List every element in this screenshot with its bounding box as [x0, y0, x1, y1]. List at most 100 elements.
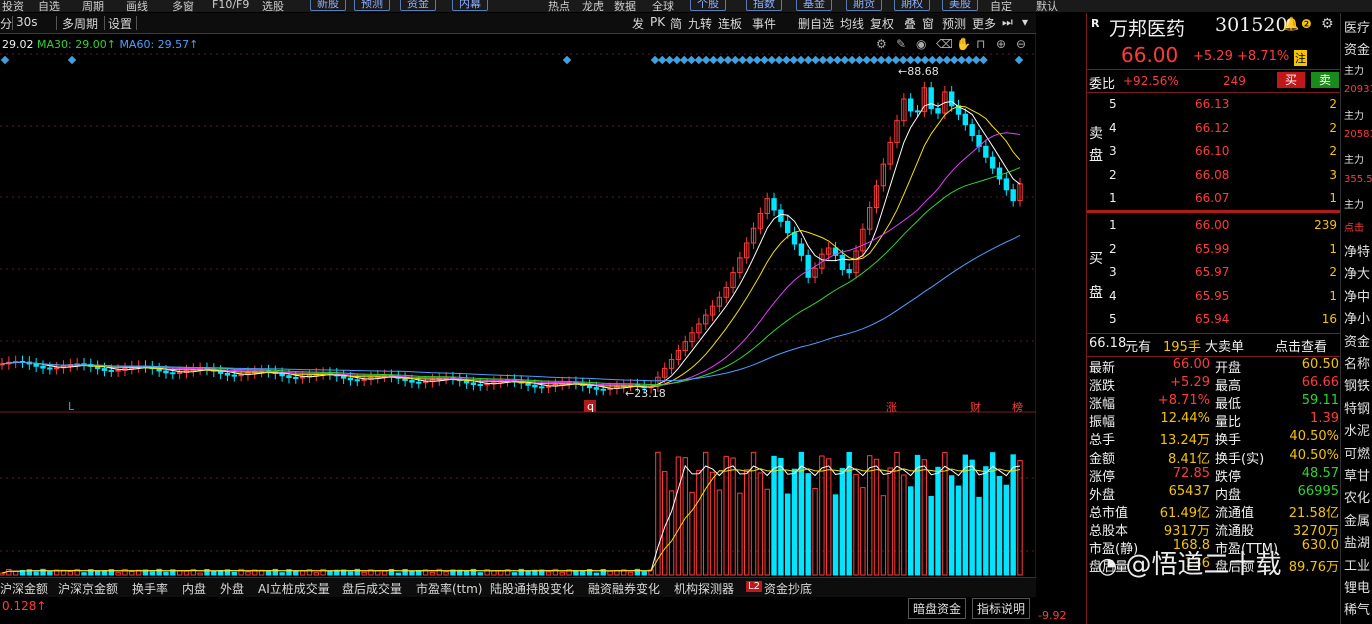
bids-row[interactable]: 5 65.94 16	[1087, 308, 1341, 331]
asks-row[interactable]: 5 66.13 2	[1087, 93, 1341, 116]
side-list-item[interactable]: 水泥	[1344, 420, 1370, 439]
side-list-item[interactable]: 资金	[1344, 39, 1370, 58]
toolbar-right-item[interactable]: 简	[670, 15, 682, 32]
indicator-tab[interactable]: 内盘	[182, 580, 206, 597]
toolbar-right-item[interactable]: 事件	[752, 15, 776, 32]
side-list-item[interactable]: 20581	[1344, 129, 1372, 140]
side-list-item[interactable]: 主力	[1344, 107, 1364, 122]
side-list-item[interactable]: 草甘	[1344, 465, 1370, 484]
top-menu-item[interactable]: 期权	[894, 0, 930, 11]
toolbar-right-item[interactable]: 更多	[972, 15, 996, 32]
pen-icon[interactable]: ✎	[896, 37, 906, 51]
top-menu-item[interactable]: 新股	[310, 0, 346, 11]
trash-icon[interactable]: ⌫	[936, 37, 953, 51]
top-menu-item[interactable]: 热点	[548, 0, 570, 12]
side-list-item[interactable]: 点击	[1344, 219, 1364, 234]
zoom-out-icon[interactable]: ⊖	[1016, 37, 1026, 51]
asks-row[interactable]: 2 66.08 3	[1087, 164, 1341, 187]
toolbar-right-item[interactable]: 发	[632, 15, 644, 32]
indicator-tab[interactable]: AI立桩成交量	[258, 580, 330, 597]
indicator-tab[interactable]: 盘后成交量	[342, 580, 402, 597]
top-menu-item[interactable]: 个股	[690, 0, 726, 11]
side-list-item[interactable]: 20931	[1344, 84, 1372, 95]
top-menu-item[interactable]: 周期	[82, 0, 104, 12]
toolbar-right-item[interactable]: 九转	[688, 15, 712, 32]
side-list-item[interactable]: 稀气	[1344, 599, 1370, 618]
top-menu-item[interactable]: 美股	[942, 0, 978, 11]
toolbar-right-item[interactable]: PK	[650, 15, 665, 29]
top-menu-item[interactable]: 默认	[1036, 0, 1058, 12]
toolbar-right-item[interactable]: 复权	[870, 15, 894, 32]
top-menu-item[interactable]: 龙虎	[582, 0, 604, 12]
top-menu-item[interactable]: 选股	[262, 0, 284, 12]
toolbar-right-item[interactable]: 均线	[840, 15, 864, 32]
dropdown-icon[interactable]: ▾	[1022, 15, 1028, 29]
indicator-tab[interactable]: 机构探测器	[674, 580, 734, 597]
indicator-tab[interactable]: 陆股通持股变化	[490, 580, 574, 597]
toolbar-left-item[interactable]: 30s	[16, 15, 38, 29]
indicator-tab[interactable]: 沪深金额	[0, 580, 48, 597]
toolbar-left-item[interactable]: 多周期	[62, 15, 98, 32]
toolbar-right-item[interactable]: 预测	[942, 15, 966, 32]
side-list-item[interactable]: 工业	[1344, 555, 1370, 574]
help-icon[interactable]: ❷	[1301, 17, 1312, 31]
bell-icon[interactable]: 🔔	[1283, 17, 1299, 32]
flag-icon[interactable]: ⏭	[1002, 15, 1013, 30]
indicator-tab[interactable]: 换手率	[132, 580, 168, 597]
top-menu-item[interactable]: 基金	[796, 0, 832, 11]
top-menu-item[interactable]: 画线	[126, 0, 148, 12]
side-list-item[interactable]: 主力	[1344, 196, 1364, 211]
top-menu-item[interactable]: 数据	[614, 0, 636, 12]
side-list-item[interactable]: 盐湖	[1344, 532, 1370, 551]
indicator-help-button[interactable]: 指标说明	[972, 598, 1031, 619]
kline-svg[interactable]: 92.3263.3348.7334.1421201413707X100←88.6…	[0, 34, 1036, 577]
side-list-item[interactable]: 主力	[1344, 151, 1364, 166]
side-list-item[interactable]: 医疗	[1344, 17, 1370, 36]
toolbar-right-item[interactable]: 删自选	[798, 15, 834, 32]
toolbar-left-item[interactable]: 分	[0, 15, 12, 32]
top-menu-item[interactable]: 自选	[38, 0, 60, 12]
side-list-item[interactable]: 名称	[1344, 353, 1370, 372]
lock-icon[interactable]: ⊓	[976, 37, 985, 51]
bids-row[interactable]: 2 65.99 1	[1087, 238, 1341, 261]
toolbar-right-item[interactable]: 连板	[718, 15, 742, 32]
top-menu-item[interactable]: 内幕	[452, 0, 488, 11]
indicator-tab[interactable]: 外盘	[220, 580, 244, 597]
bids-row[interactable]: 3 65.97 2	[1087, 261, 1341, 284]
top-menu-item[interactable]: 指数	[746, 0, 782, 11]
side-list-item[interactable]: 特钢	[1344, 398, 1370, 417]
settings-icon[interactable]: ⚙	[1321, 16, 1334, 32]
indicator-tab[interactable]: 资金抄底	[764, 580, 812, 597]
side-list-item[interactable]: 净小	[1344, 308, 1370, 327]
asks-row[interactable]: 3 66.10 2	[1087, 140, 1341, 163]
side-list-item[interactable]: 锂电	[1344, 577, 1370, 596]
hand-icon[interactable]: ✋	[956, 37, 971, 51]
side-list-item[interactable]: 资金	[1344, 331, 1370, 350]
side-list-item[interactable]: 农化	[1344, 487, 1370, 506]
asks-row[interactable]: 1 66.07 1	[1087, 187, 1341, 210]
toolbar-right-item[interactable]: 叠	[904, 15, 916, 32]
big-order-link[interactable]: 点击查看	[1275, 336, 1327, 355]
top-menu-item[interactable]: 资金	[400, 0, 436, 11]
indicator-tab[interactable]: 市盈率(ttm)	[416, 580, 482, 597]
sell-button[interactable]: 卖	[1311, 72, 1339, 88]
indicator-tab[interactable]: 沪深京金额	[58, 580, 118, 597]
side-list-item[interactable]: 可燃	[1344, 443, 1370, 462]
asks-row[interactable]: 4 66.12 2	[1087, 117, 1341, 140]
kline-chart[interactable]: 92.3263.3348.7334.1421201413707X100←88.6…	[0, 34, 1036, 624]
top-menu-item[interactable]: 预测	[354, 0, 390, 11]
side-list-item[interactable]: 净特	[1344, 241, 1370, 260]
side-list-item[interactable]: 金属	[1344, 510, 1370, 529]
bids-row[interactable]: 1 66.00 239	[1087, 214, 1341, 237]
big-order-row[interactable]: 66.18 元有 195手 大卖单 点击查看	[1087, 333, 1341, 357]
side-list-item[interactable]: 净中	[1344, 286, 1370, 305]
side-list-item[interactable]: 355.5	[1344, 174, 1372, 185]
gear-icon[interactable]: ⚙	[876, 37, 887, 51]
top-menu-item[interactable]: 投资	[2, 0, 24, 12]
buy-button[interactable]: 买	[1277, 72, 1305, 88]
top-menu-item[interactable]: 多窗	[172, 0, 194, 12]
dark-pool-button[interactable]: 暗盘资金	[908, 598, 967, 619]
top-menu-item[interactable]: 全球	[652, 0, 674, 12]
toolbar-right-item[interactable]: 窗	[922, 15, 934, 32]
side-list-item[interactable]: 净大	[1344, 263, 1370, 282]
